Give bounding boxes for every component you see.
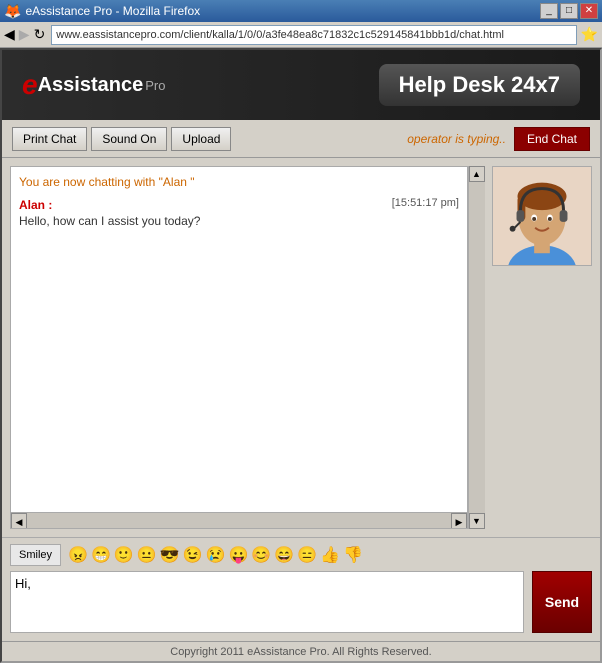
forward-icon[interactable]: ▶: [19, 26, 30, 43]
main-window: e Assistance Pro Help Desk 24x7 Print Ch…: [0, 48, 602, 663]
emoji-sad[interactable]: 😢: [206, 545, 226, 565]
emoji-happy[interactable]: 😊: [251, 545, 271, 565]
smiley-button[interactable]: Smiley: [10, 544, 61, 566]
maximize-button[interactable]: □: [560, 3, 578, 19]
message-text: Hello, how can I assist you today?: [19, 214, 459, 228]
logo: e Assistance Pro: [22, 69, 165, 101]
chat-messages[interactable]: You are now chatting with "Alan " Alan :…: [11, 167, 467, 512]
message-header: Alan : [15:51:17 pm]: [19, 197, 459, 212]
helpdesk-badge: Help Desk 24x7: [379, 64, 580, 106]
emoji-laugh[interactable]: 😄: [274, 545, 294, 565]
emoji-neutral[interactable]: 😐: [137, 545, 157, 565]
emoji-smile[interactable]: 🙂: [114, 545, 134, 565]
minimize-button[interactable]: _: [540, 3, 558, 19]
scroll-up-arrow[interactable]: ▲: [469, 166, 485, 182]
title-bar: 🦊 eAssistance Pro - Mozilla Firefox _ □ …: [0, 0, 602, 22]
chat-message: Alan : [15:51:17 pm] Hello, how can I as…: [19, 197, 459, 228]
scroll-left-arrow[interactable]: ◀: [11, 513, 27, 529]
emoji-cool[interactable]: 😎: [160, 545, 180, 565]
smiley-bar: Smiley 😠 😁 🙂 😐 😎 😉 😢 😛 😊 😄 😑 👍 👎: [2, 537, 600, 571]
logo-pro: Pro: [145, 78, 165, 93]
logo-text: Assistance: [38, 74, 144, 97]
emoji-angry[interactable]: 😠: [68, 545, 88, 565]
avatar-image: [492, 166, 592, 266]
emoji-meh[interactable]: 😑: [297, 545, 317, 565]
scroll-track-y[interactable]: [469, 182, 485, 513]
emoji-thumbsdown[interactable]: 👎: [343, 545, 363, 565]
message-time: [15:51:17 pm]: [392, 197, 459, 209]
header: e Assistance Pro Help Desk 24x7: [2, 50, 600, 120]
emoji-grin[interactable]: 😁: [91, 545, 111, 565]
url-input[interactable]: [51, 25, 576, 45]
sound-on-button[interactable]: Sound On: [91, 127, 167, 151]
window-controls: _ □ ✕: [540, 3, 598, 19]
footer: Copyright 2011 eAssistance Pro. All Righ…: [2, 641, 600, 661]
scroll-track-x[interactable]: [27, 513, 451, 528]
chat-box: You are now chatting with "Alan " Alan :…: [10, 166, 468, 529]
send-button[interactable]: Send: [532, 571, 592, 633]
address-bar: ◀ ▶ ↻ ⭐: [0, 22, 602, 48]
back-icon[interactable]: ◀: [4, 26, 15, 43]
emoji-tongue[interactable]: 😛: [228, 545, 248, 565]
message-sender: Alan :: [19, 198, 52, 212]
message-input[interactable]: Hi,: [10, 571, 524, 633]
refresh-icon[interactable]: ↻: [34, 26, 46, 43]
window-title: eAssistance Pro - Mozilla Firefox: [25, 4, 540, 18]
close-button[interactable]: ✕: [580, 3, 598, 19]
end-chat-button[interactable]: End Chat: [514, 127, 590, 151]
go-icon[interactable]: ⭐: [581, 26, 598, 43]
scroll-right-arrow[interactable]: ▶: [451, 513, 467, 529]
operator-typing-status: operator is typing..: [407, 132, 506, 146]
chat-intro-text: You are now chatting with "Alan ": [19, 175, 459, 189]
emoji-thumbsup[interactable]: 👍: [320, 545, 340, 565]
scroll-down-arrow[interactable]: ▼: [469, 513, 485, 529]
print-chat-button[interactable]: Print Chat: [12, 127, 87, 151]
chat-section: You are now chatting with "Alan " Alan :…: [2, 158, 600, 537]
footer-text: Copyright 2011 eAssistance Pro. All Righ…: [170, 646, 431, 658]
input-section: Hi, Send: [2, 571, 600, 641]
logo-e: e: [22, 69, 38, 101]
emoji-wink[interactable]: 😉: [183, 545, 203, 565]
browser-icon: 🦊: [4, 3, 21, 20]
upload-button[interactable]: Upload: [171, 127, 231, 151]
toolbar: Print Chat Sound On Upload operator is t…: [2, 120, 600, 158]
vertical-scrollbar[interactable]: ▲ ▼: [468, 166, 484, 529]
horizontal-scrollbar[interactable]: ◀ ▶: [11, 512, 467, 528]
avatar-panel: [492, 166, 592, 529]
